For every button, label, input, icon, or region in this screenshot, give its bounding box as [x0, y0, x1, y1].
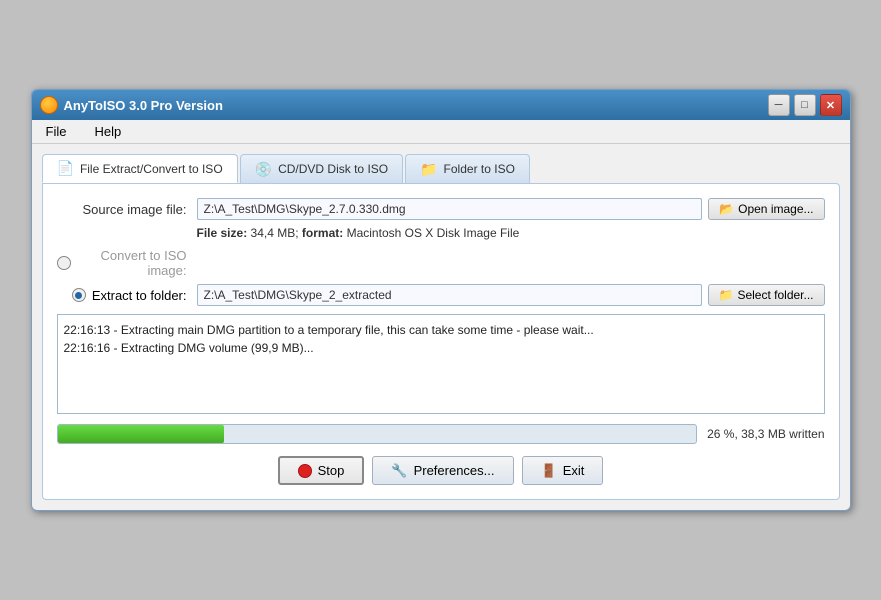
- maximize-button[interactable]: □: [794, 94, 816, 116]
- convert-label: Convert to ISO image:: [77, 248, 187, 278]
- stop-icon: [298, 464, 312, 478]
- convert-radio[interactable]: [57, 256, 71, 270]
- format-label: format:: [302, 226, 343, 240]
- cddvd-icon: 💿: [255, 161, 272, 178]
- progress-bar-fill: [58, 425, 224, 443]
- source-input[interactable]: [197, 198, 703, 220]
- title-bar: AnyToISO 3.0 Pro Version ─ □ ✕: [32, 90, 850, 120]
- select-folder-button[interactable]: 📁 Select folder...: [708, 284, 825, 306]
- bottom-buttons: Stop 🔧 Preferences... 🚪 Exit: [57, 456, 825, 485]
- log-line-2: 22:16:16 - Extracting DMG volume (99,9 M…: [64, 339, 818, 357]
- tab-folder-label: Folder to ISO: [444, 162, 515, 176]
- preferences-button[interactable]: 🔧 Preferences...: [372, 456, 513, 485]
- tab-file-extract-label: File Extract/Convert to ISO: [80, 162, 223, 176]
- window-title: AnyToISO 3.0 Pro Version: [64, 98, 768, 113]
- radio-section: Convert to ISO image: Extract to folder:…: [57, 248, 825, 306]
- extract-label: Extract to folder:: [92, 288, 187, 303]
- tab-cddvd-label: CD/DVD Disk to ISO: [278, 162, 388, 176]
- open-image-button[interactable]: 📂 Open image...: [708, 198, 824, 220]
- log-line-1: 22:16:13 - Extracting main DMG partition…: [64, 321, 818, 339]
- stop-label: Stop: [318, 463, 345, 478]
- source-label: Source image file:: [57, 202, 197, 217]
- source-image-row: Source image file: 📂 Open image...: [57, 198, 825, 220]
- menu-help[interactable]: Help: [88, 122, 127, 141]
- extract-radio-row: Extract to folder: 📁 Select folder...: [57, 284, 825, 306]
- tab-folder[interactable]: 📁 Folder to ISO: [405, 154, 530, 183]
- progress-row: 26 %, 38,3 MB written: [57, 424, 825, 444]
- main-content: 📄 File Extract/Convert to ISO 💿 CD/DVD D…: [32, 144, 850, 510]
- log-area: 22:16:13 - Extracting main DMG partition…: [57, 314, 825, 414]
- wrench-icon: 🔧: [391, 463, 407, 479]
- tab-list: 📄 File Extract/Convert to ISO 💿 CD/DVD D…: [42, 154, 840, 183]
- output-input[interactable]: [197, 284, 702, 306]
- folder-icon-btn: 📁: [719, 288, 734, 302]
- file-size-row: File size: 34,4 MB; format: Macintosh OS…: [57, 226, 825, 240]
- tab-panel-file-extract: Source image file: 📂 Open image... File …: [42, 183, 840, 500]
- progress-bar-container: [57, 424, 698, 444]
- app-icon: [40, 96, 58, 114]
- tab-file-extract[interactable]: 📄 File Extract/Convert to ISO: [42, 154, 238, 183]
- minimize-button[interactable]: ─: [768, 94, 790, 116]
- window-controls: ─ □ ✕: [768, 94, 842, 116]
- file-size-value: 34,4 MB;: [251, 226, 299, 240]
- close-button[interactable]: ✕: [820, 94, 842, 116]
- file-size-label: File size:: [197, 226, 248, 240]
- stop-button[interactable]: Stop: [278, 456, 365, 485]
- convert-radio-row: Convert to ISO image:: [57, 248, 825, 278]
- menu-bar: File Help: [32, 120, 850, 144]
- exit-icon: 🚪: [541, 463, 557, 479]
- format-value: Macintosh OS X Disk Image File: [347, 226, 520, 240]
- folder-icon: 📁: [420, 161, 437, 178]
- progress-text: 26 %, 38,3 MB written: [707, 427, 824, 441]
- exit-button[interactable]: 🚪 Exit: [522, 456, 604, 485]
- main-window: AnyToISO 3.0 Pro Version ─ □ ✕ File Help…: [31, 89, 851, 511]
- folder-open-icon: 📂: [719, 202, 734, 216]
- extract-radio[interactable]: [72, 288, 86, 302]
- preferences-label: Preferences...: [414, 463, 495, 478]
- menu-file[interactable]: File: [40, 122, 73, 141]
- file-extract-icon: 📄: [57, 160, 74, 177]
- tab-cddvd[interactable]: 💿 CD/DVD Disk to ISO: [240, 154, 403, 183]
- exit-label: Exit: [563, 463, 585, 478]
